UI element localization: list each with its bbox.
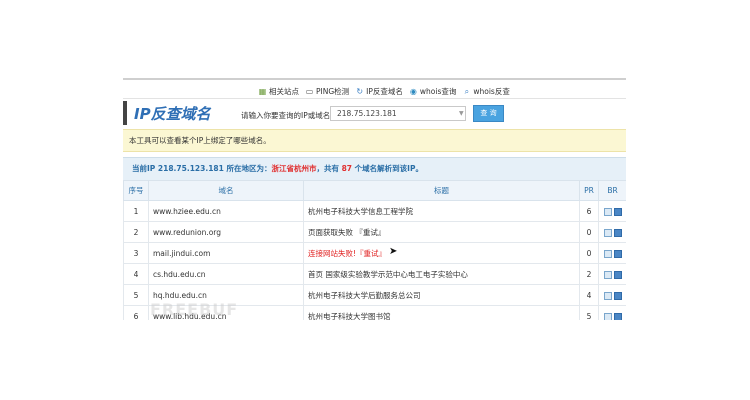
mouse-cursor: ➤ [389, 246, 398, 257]
br-rank-icon[interactable] [603, 228, 612, 237]
nav-label: PING检测 [316, 86, 350, 96]
header-no: 序号 [123, 180, 149, 201]
refresh-icon: ↻ [356, 86, 364, 96]
search-icon: ⌕ [464, 86, 470, 96]
br-info-icon[interactable] [613, 249, 622, 258]
row-number: 5 [123, 284, 149, 306]
row-domain-link[interactable]: mail.jindui.com [148, 242, 304, 264]
search-input[interactable] [330, 106, 466, 121]
row-number: 1 [123, 200, 149, 222]
header-br: BR [598, 180, 626, 201]
nav-whois[interactable]: ◉ whois查询 [409, 86, 456, 97]
results-table: 序号 域名 标题 PR BR 1 www.hziee.edu.cn 杭州电子科技大学… [123, 180, 626, 320]
search-button[interactable]: 查 询 [473, 105, 504, 122]
summary-text: 当前IP 218.75.123.181 所在地区为： [132, 164, 272, 173]
row-number: 6 [123, 305, 149, 320]
globe-icon: ◉ [409, 86, 417, 96]
row-title-link[interactable]: 杭州电子科技大学信息工程学院 [303, 200, 580, 222]
monitor-icon: ▭ [305, 86, 314, 96]
row-pagerank: 5 [579, 305, 599, 320]
nav-ip-reverse[interactable]: ↻ IP反查域名 [355, 86, 403, 97]
br-rank-icon[interactable] [603, 249, 612, 258]
nav-label: 相关站点 [269, 86, 299, 96]
header: IP反查域名 请输入你要查询的IP或域名： ▼ 查 询 [123, 100, 626, 126]
row-domain-link[interactable]: cs.hdu.edu.cn [148, 263, 304, 285]
table-row: 3 mail.jindui.com 连接网站失败!『重试』 0 [123, 242, 626, 264]
chevron-down-icon[interactable]: ▼ [459, 110, 464, 117]
br-rank-icon[interactable] [603, 291, 612, 300]
row-domain-link[interactable]: www.redunion.org [148, 221, 304, 243]
row-pagerank: 4 [579, 284, 599, 306]
nav-related-sites[interactable]: ▦ 相关站点 [258, 86, 299, 97]
nav-whois-reverse[interactable]: ⌕ whois反查 [462, 86, 510, 97]
grid-icon: ▦ [258, 86, 267, 96]
header-domain: 域名 [148, 180, 304, 201]
br-info-icon[interactable] [613, 291, 622, 300]
row-br-icons [598, 200, 626, 222]
table-row: 4 cs.hdu.edu.cn 首页 国家级实验教学示范中心电工电子实验中心 2 [123, 263, 626, 285]
row-number: 4 [123, 263, 149, 285]
table-header-row: 序号 域名 标题 PR BR [123, 180, 626, 201]
header-pr: PR [579, 180, 599, 201]
br-info-icon[interactable] [613, 270, 622, 279]
row-pagerank: 0 [579, 221, 599, 243]
br-rank-icon[interactable] [603, 207, 612, 216]
row-pagerank: 2 [579, 263, 599, 285]
table-row: 2 www.redunion.org 页面获取失败 『重试』 0 [123, 221, 626, 243]
watermark: FREEBUF [150, 300, 239, 319]
row-pagerank: 0 [579, 242, 599, 264]
row-title-link[interactable]: 连接网站失败!『重试』 [303, 242, 580, 264]
row-title-link[interactable]: 页面获取失败 『重试』 [303, 221, 580, 243]
br-info-icon[interactable] [613, 228, 622, 237]
row-br-icons [598, 242, 626, 264]
summary-count: 87 [341, 164, 353, 173]
summary-region: 浙江省杭州市 [271, 164, 317, 173]
row-number: 3 [123, 242, 149, 264]
row-br-icons [598, 284, 626, 306]
row-title-link[interactable]: 杭州电子科技大学后勤服务总公司 [303, 284, 580, 306]
result-summary: 当前IP 218.75.123.181 所在地区为：浙江省杭州市，共有 87 个… [123, 157, 626, 181]
summary-text: ，共有 [316, 164, 339, 173]
search-label: 请输入你要查询的IP或域名： [241, 111, 338, 120]
nav-label: IP反查域名 [366, 86, 403, 96]
row-br-icons [598, 305, 626, 320]
row-domain-link[interactable]: www.hziee.edu.cn [148, 200, 304, 222]
br-info-icon[interactable] [613, 312, 622, 320]
row-title-link[interactable]: 杭州电子科技大学图书馆 [303, 305, 580, 320]
row-br-icons [598, 221, 626, 243]
title-accent-bar [123, 101, 127, 125]
row-br-icons [598, 263, 626, 285]
br-info-icon[interactable] [613, 207, 622, 216]
table-row: 1 www.hziee.edu.cn 杭州电子科技大学信息工程学院 6 [123, 200, 626, 222]
nav-divider [123, 98, 626, 99]
page-title: IP反查域名 [134, 105, 211, 123]
nav-label: whois查询 [419, 86, 457, 96]
nav-label: whois反查 [473, 86, 510, 96]
web-page: ▦ 相关站点 ▭ PING检测 ↻ IP反查域名 ◉ whois查询 ⌕ who… [123, 78, 626, 320]
br-rank-icon[interactable] [603, 312, 612, 320]
header-title: 标题 [303, 180, 580, 201]
nav-ping[interactable]: ▭ PING检测 [305, 86, 349, 97]
br-rank-icon[interactable] [603, 270, 612, 279]
top-nav: ▦ 相关站点 ▭ PING检测 ↻ IP反查域名 ◉ whois查询 ⌕ who… [258, 84, 516, 98]
summary-text: 个域名解析到该IP。 [354, 164, 423, 173]
top-divider [123, 78, 626, 80]
notice-banner: 本工具可以查看某个IP上绑定了哪些域名。 [123, 129, 626, 152]
row-pagerank: 6 [579, 200, 599, 222]
row-title-link[interactable]: 首页 国家级实验教学示范中心电工电子实验中心 [303, 263, 580, 285]
row-number: 2 [123, 221, 149, 243]
